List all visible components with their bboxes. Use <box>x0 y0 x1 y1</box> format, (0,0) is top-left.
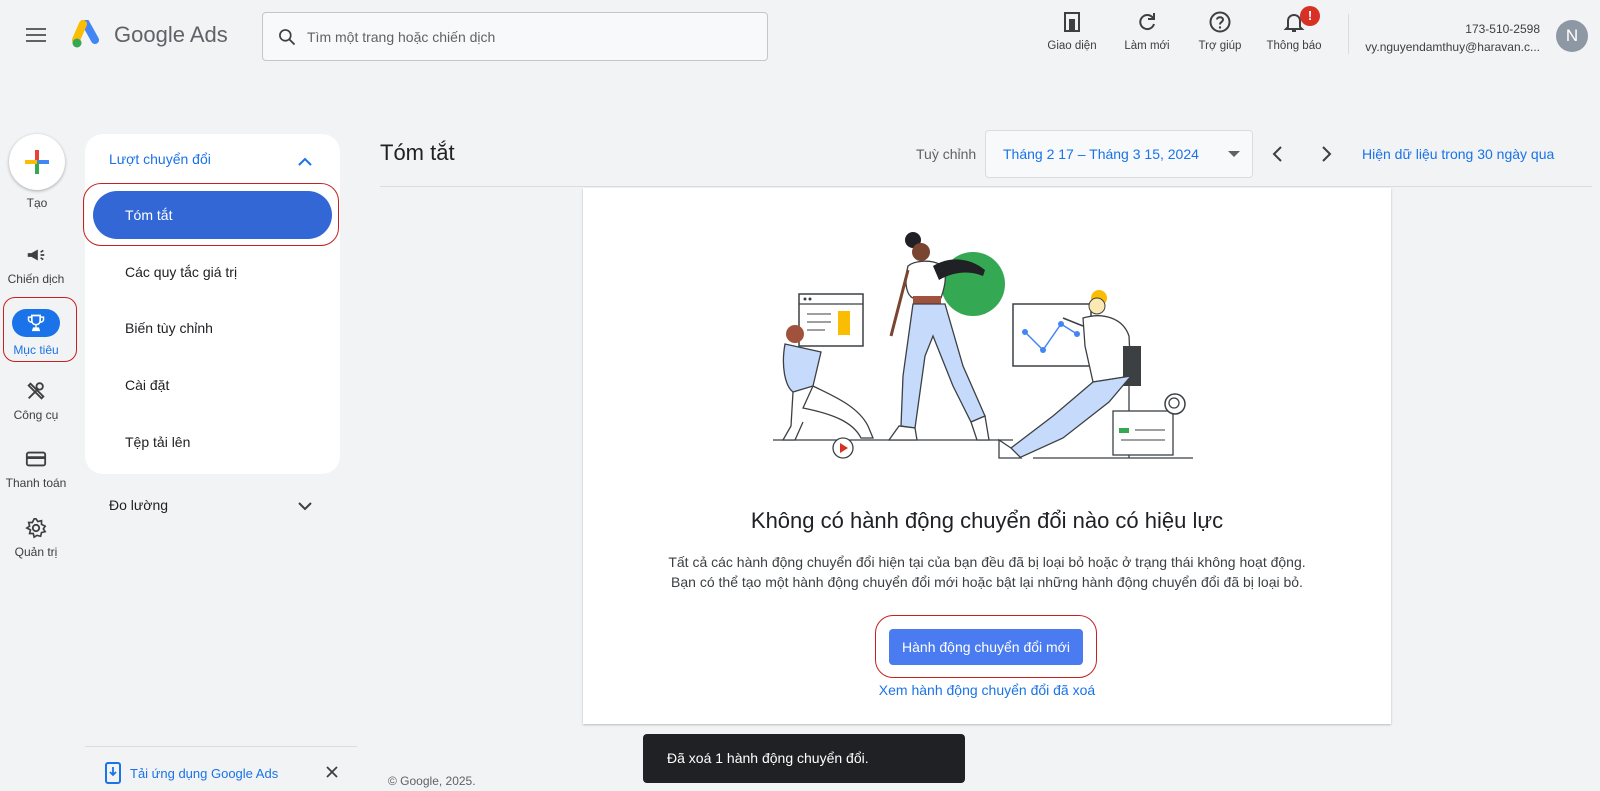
account-info[interactable]: 173-510-2598 vy.nguyendamthuy@haravan.c.… <box>1365 20 1540 56</box>
app-download-label: Tải ứng dụng Google Ads <box>130 765 279 781</box>
create-label: Tạo <box>26 196 48 210</box>
plus-icon <box>25 150 49 174</box>
refresh-icon <box>1139 13 1155 31</box>
google-ads-logo-icon <box>72 20 99 48</box>
notification-badge: ! <box>1300 6 1320 26</box>
goals-pill <box>12 309 60 337</box>
chevron-up-icon[interactable] <box>295 152 315 172</box>
next-period-icon[interactable] <box>1314 142 1338 166</box>
date-range-value: Tháng 2 17 – Tháng 3 15, 2024 <box>1003 146 1199 162</box>
app-name: Google Ads <box>114 22 228 47</box>
empty-state-description: Tất cả các hành động chuyển đổi hiện tại… <box>668 554 1306 590</box>
copyright: © Google, 2025. <box>388 774 476 788</box>
search-bar[interactable] <box>262 12 768 61</box>
google-ads-logo[interactable]: Google Ads <box>72 20 228 50</box>
rail-item-billing[interactable]: Thanh toán <box>0 448 72 490</box>
rail-item-goals[interactable]: Mục tiêu <box>0 309 72 357</box>
nav-group-conversions[interactable]: Lượt chuyển đổi <box>109 151 211 167</box>
main-menu-icon[interactable] <box>22 24 50 48</box>
nav-item-uploads[interactable]: Tệp tải lên <box>125 434 190 450</box>
rail-item-admin[interactable]: Quản trị <box>0 517 72 559</box>
rail-label-billing: Thanh toán <box>5 476 67 490</box>
dropdown-caret-icon <box>1228 151 1240 157</box>
rail-item-campaigns[interactable]: Chiến dịch <box>0 244 72 286</box>
help-label: Trợ giúp <box>1198 40 1242 52</box>
chevron-down-icon[interactable] <box>295 496 315 516</box>
account-id: 173-510-2598 <box>1465 22 1540 36</box>
empty-state-card: Không có hành động chuyển đổi nào có hiệ… <box>583 188 1391 724</box>
credit-card-icon <box>25 451 47 467</box>
notifications-button[interactable]: ! Thông báo <box>1258 6 1330 52</box>
appearance-icon <box>1064 12 1080 32</box>
help-button[interactable]: Trợ giúp <box>1184 10 1256 52</box>
page-title: Tóm tắt <box>380 140 455 165</box>
rail-label-campaigns: Chiến dịch <box>7 272 65 286</box>
nav-item-value-rules[interactable]: Các quy tắc giá trị <box>125 264 237 280</box>
appearance-button[interactable]: Giao diện <box>1036 10 1108 52</box>
notifications-label: Thông báo <box>1266 40 1322 52</box>
rail-item-tools[interactable]: Công cụ <box>0 380 72 422</box>
tools-icon <box>27 382 45 400</box>
avatar[interactable]: N <box>1556 20 1588 52</box>
people-working-illustration <box>773 232 1193 459</box>
refresh-button[interactable]: Làm mới <box>1111 10 1183 52</box>
close-icon[interactable] <box>324 764 340 780</box>
rail-label-goals: Mục tiêu <box>13 343 59 357</box>
top-bar: Google Ads Giao diện Làm mới Trợ giúp <box>0 0 1600 72</box>
megaphone-icon <box>27 249 45 261</box>
nav-item-custom-variables[interactable]: Biến tùy chỉnh <box>125 320 213 336</box>
account-email: vy.nguyendamthuy@haravan.c... <box>1365 40 1540 54</box>
new-conversion-action-button[interactable]: Hành động chuyển đổi mới <box>889 629 1083 665</box>
phone-download-icon <box>105 762 121 784</box>
snackbar: Đã xoá 1 hành động chuyển đổi. <box>643 734 965 783</box>
title-divider <box>380 186 1592 187</box>
previous-period-icon[interactable] <box>1266 142 1290 166</box>
search-input[interactable] <box>307 28 747 45</box>
empty-state-title: Không có hành động chuyển đổi nào có hiệ… <box>750 508 1224 533</box>
nav-divider <box>85 746 357 747</box>
help-icon <box>1209 11 1231 33</box>
last-30-days-link[interactable]: Hiện dữ liệu trong 30 ngày qua <box>1362 146 1554 162</box>
gear-icon <box>25 518 47 539</box>
rail-label-tools: Công cụ <box>13 408 59 422</box>
nav-item-settings[interactable]: Cài đặt <box>125 377 169 393</box>
conversions-nav: Lượt chuyển đổi <box>85 134 340 474</box>
customize-label: Tuỳ chỉnh <box>916 146 977 162</box>
trophy-icon <box>27 314 45 332</box>
header-divider <box>1348 14 1349 54</box>
appearance-label: Giao diện <box>1047 40 1097 52</box>
app-download-link[interactable]: Tải ứng dụng Google Ads <box>104 762 278 784</box>
nav-group-measurement[interactable]: Đo lường <box>109 497 168 513</box>
search-icon <box>279 28 296 45</box>
rail-label-admin: Quản trị <box>14 545 58 559</box>
date-range-picker[interactable]: Tháng 2 17 – Tháng 3 15, 2024 <box>985 130 1253 178</box>
nav-item-summary[interactable]: Tóm tắt <box>93 191 332 239</box>
refresh-label: Làm mới <box>1124 40 1170 52</box>
create-button[interactable] <box>9 134 65 190</box>
view-removed-actions-link[interactable]: Xem hành động chuyển đổi đã xoá <box>583 682 1391 698</box>
